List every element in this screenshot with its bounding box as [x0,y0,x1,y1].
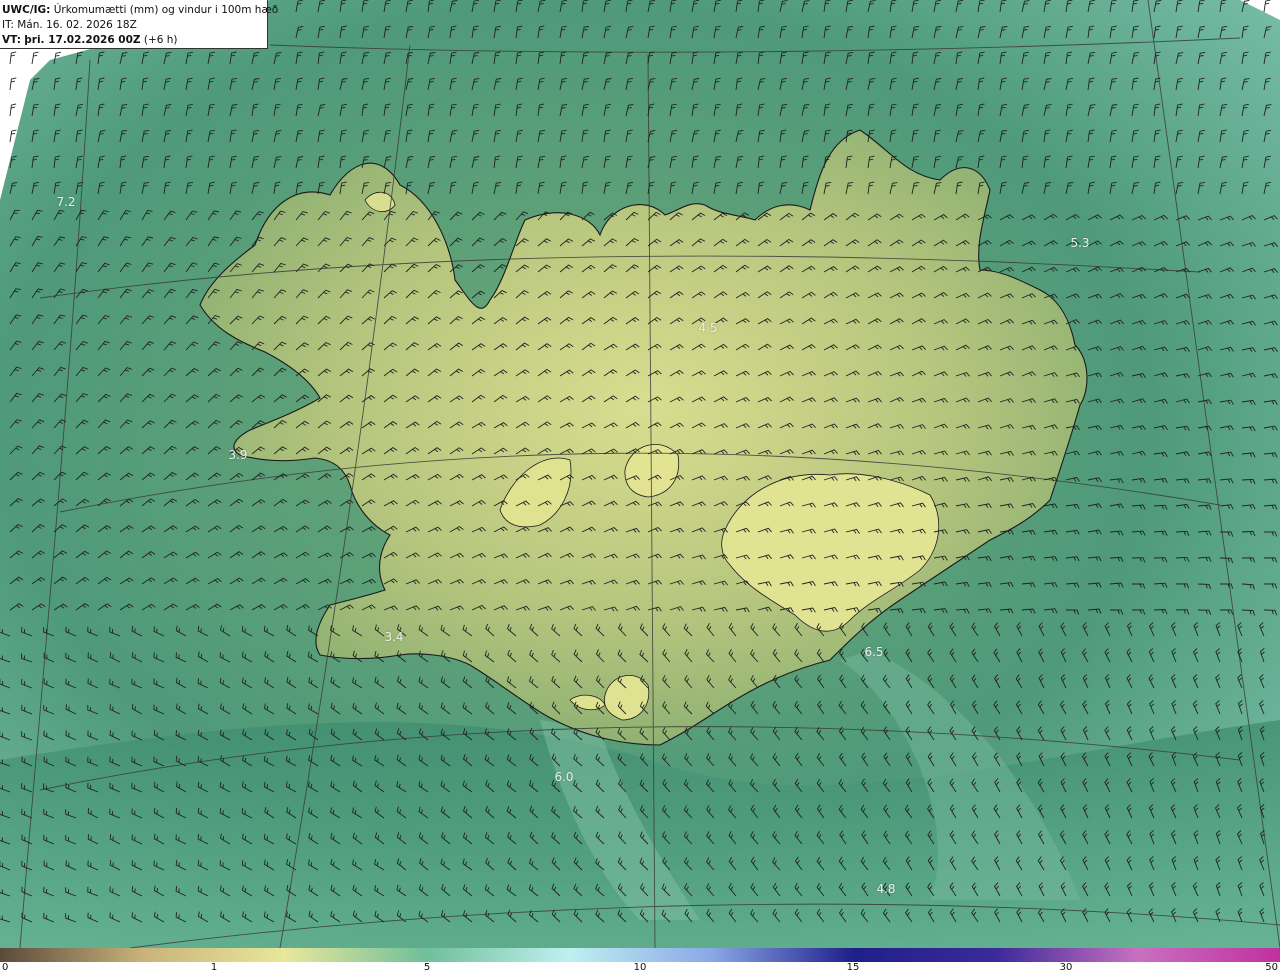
forecast-info-box: UWC/IG: Úrkomumætti (mm) og vindur i 100… [0,0,278,49]
product-code: UWC/IG: [2,4,51,16]
colorbar-tick: 1 [210,962,218,973]
colorbar-tick: 30 [1059,962,1073,973]
forecast-map [0,0,1280,948]
map-value-label: 6.0 [554,770,574,784]
colorbar-tick: 50 [1265,962,1278,973]
colorbar-tick: 5 [423,962,431,973]
wind-barb [9,77,17,91]
map-value-label: 5.3 [1070,236,1090,250]
map-value-label: 4.5 [698,321,718,335]
wind-barb [1263,0,1271,13]
colorbar-tick: 15 [846,962,860,973]
map-value-label: 6.5 [864,645,884,659]
valid-time-value: þri. 17.02.2026 00Z [24,34,141,46]
init-time-label: IT: [2,19,14,31]
init-time-value: Mán. 16. 02. 2026 18Z [17,19,137,31]
map-value-label: 3.9 [228,448,248,462]
product-title-line: UWC/IG: Úrkomumætti (mm) og vindur i 100… [2,3,278,18]
map-value-label: 7.2 [56,195,76,209]
product-title: Úrkomumætti (mm) og vindur i 100m hæð [53,4,279,16]
valid-time-offset: (+6 h) [143,34,178,46]
colorbar-tick-labels: 0 1 5 10 15 30 50 [0,962,1280,978]
valid-time-label: VT: [2,34,21,46]
wind-barb [9,103,17,117]
map-value-label: 3.4 [384,630,404,644]
map-area[interactable] [0,0,1280,948]
map-value-label: 4.8 [876,882,896,896]
precipitation-colorbar [0,948,1280,962]
colorbar-tick: 0 [2,962,9,973]
wind-barb [9,51,17,65]
colorbar-tick: 10 [633,962,647,973]
wind-barb [31,51,39,65]
valid-time-line: VT: þri. 17.02.2026 00Z (+6 h) [2,33,267,48]
init-time-line: IT: Mán. 16. 02. 2026 18Z [2,18,267,33]
